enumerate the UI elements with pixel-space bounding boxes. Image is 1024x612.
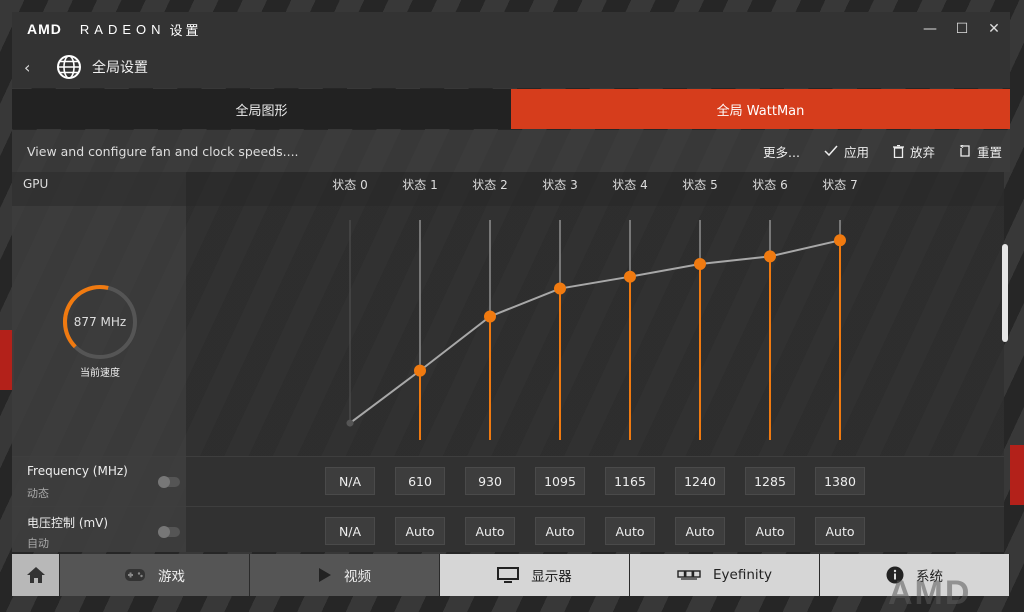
app-title-sub: 设置 <box>169 23 202 39</box>
state-point-5[interactable] <box>694 258 706 270</box>
reset-label: 重置 <box>976 144 1002 160</box>
globe-icon <box>57 55 81 79</box>
nav-display-label: 显示器 <box>531 569 572 585</box>
home-icon <box>26 567 45 583</box>
state-point-2[interactable] <box>484 310 496 323</box>
voltage-cell-5[interactable]: Auto <box>675 517 725 545</box>
voltage-mode: 自动 <box>27 537 49 550</box>
voltage-cell-7[interactable]: Auto <box>815 517 865 545</box>
maximize-button[interactable]: ☐ <box>946 12 978 46</box>
state-point-7[interactable] <box>834 234 846 247</box>
page-header: ‹ 全局设置 <box>12 46 1010 88</box>
state-point-4[interactable] <box>624 270 636 283</box>
discard-button[interactable]: 放弃 <box>892 142 935 161</box>
tab-global-graphics[interactable]: 全局图形 <box>12 89 511 129</box>
gamepad-icon <box>125 569 145 581</box>
play-icon <box>319 568 331 582</box>
voltage-row: 电压控制 (mV) 自动 N/A Auto Auto Auto Auto Auto Auto… <box>12 506 1004 552</box>
minimize-button[interactable]: — <box>914 12 946 46</box>
frequency-cell-1[interactable]: 610 <box>395 467 445 495</box>
frequency-cell-0[interactable]: N/A <box>325 467 375 495</box>
frequency-cell-7[interactable]: 1380 <box>815 467 865 495</box>
nav-eyefinity-label: Eyefinity <box>713 567 772 583</box>
app-title: RADEON <box>79 21 166 37</box>
voltage-cell-2[interactable]: Auto <box>465 517 515 545</box>
frequency-title: Frequency (MHz) <box>27 464 128 478</box>
amd-logo: AMD <box>27 21 62 37</box>
frequency-cell-5[interactable]: 1240 <box>675 467 725 495</box>
apply-label: 应用 <box>843 144 869 160</box>
wattman-panel: GPU 877 MHz 当前速度 状态 0 状态 1 状态 2 状态 3 状态 4 状态 … <box>12 172 1004 552</box>
apply-button[interactable]: 应用 <box>824 142 869 161</box>
more-button[interactable]: 更多... <box>763 142 800 161</box>
frequency-chart <box>346 220 846 440</box>
voltage-cell-1[interactable]: Auto <box>395 517 445 545</box>
frequency-row: Frequency (MHz) 动态 N/A 610 930 1095 1165 1240… <box>12 456 1004 507</box>
state-point-1[interactable] <box>414 364 426 377</box>
tab-bar: 全局图形 全局 WattMan <box>12 89 1010 129</box>
voltage-cell-0[interactable]: N/A <box>325 517 375 545</box>
close-button[interactable]: ✕ <box>978 12 1010 46</box>
background-accent <box>1010 445 1024 505</box>
state-point-6[interactable] <box>764 250 776 263</box>
title-bar: AMD RADEON 设置 — ☐ ✕ <box>12 12 1010 46</box>
home-button[interactable] <box>12 554 60 596</box>
voltage-title: 电压控制 (mV) <box>27 516 109 530</box>
nav-gaming-label: 游戏 <box>158 569 185 585</box>
nav-video-label: 视频 <box>344 569 371 585</box>
nav-display[interactable]: 显示器 <box>440 554 630 596</box>
panel-scrollbar[interactable] <box>1002 244 1008 342</box>
toolbar-description: View and configure fan and clock speeds.… <box>27 143 299 159</box>
frequency-cell-2[interactable]: 930 <box>465 467 515 495</box>
voltage-cell-6[interactable]: Auto <box>745 517 795 545</box>
page-title: 全局设置 <box>92 60 148 76</box>
more-label: 更多... <box>763 144 800 160</box>
frequency-cell-6[interactable]: 1285 <box>745 467 795 495</box>
frequency-cell-4[interactable]: 1165 <box>605 467 655 495</box>
window-controls: — ☐ ✕ <box>914 12 1010 46</box>
nav-eyefinity[interactable]: Eyefinity <box>630 554 820 596</box>
back-button[interactable]: ‹ <box>24 58 40 77</box>
state-point-0 <box>346 419 354 427</box>
check-icon <box>824 145 838 157</box>
nav-gaming[interactable]: 游戏 <box>60 554 250 596</box>
discard-label: 放弃 <box>909 144 935 160</box>
reset-button[interactable]: 重置 <box>959 142 1002 161</box>
tab-global-wattman[interactable]: 全局 WattMan <box>511 89 1010 129</box>
monitor-icon <box>497 567 520 583</box>
frequency-curve <box>349 239 841 424</box>
frequency-toggle[interactable] <box>158 476 180 488</box>
voltage-cell-3[interactable]: Auto <box>535 517 585 545</box>
bottom-nav: 游戏 视频 显示器 Eyefinity 系统 <box>12 554 1010 596</box>
amd-watermark: AMD <box>888 574 972 612</box>
reset-icon <box>959 145 970 157</box>
voltage-toggle[interactable] <box>158 526 180 538</box>
toolbar: View and configure fan and clock speeds.… <box>12 130 1010 172</box>
toolbar-actions: 更多... 应用 放弃 重置 <box>739 130 1002 172</box>
state-point-3[interactable] <box>554 282 566 295</box>
frequency-mode: 动态 <box>27 487 49 500</box>
nav-video[interactable]: 视频 <box>250 554 440 596</box>
trash-icon <box>892 144 904 158</box>
frequency-cell-3[interactable]: 1095 <box>535 467 585 495</box>
eyefinity-icon <box>677 570 701 580</box>
voltage-cell-4[interactable]: Auto <box>605 517 655 545</box>
